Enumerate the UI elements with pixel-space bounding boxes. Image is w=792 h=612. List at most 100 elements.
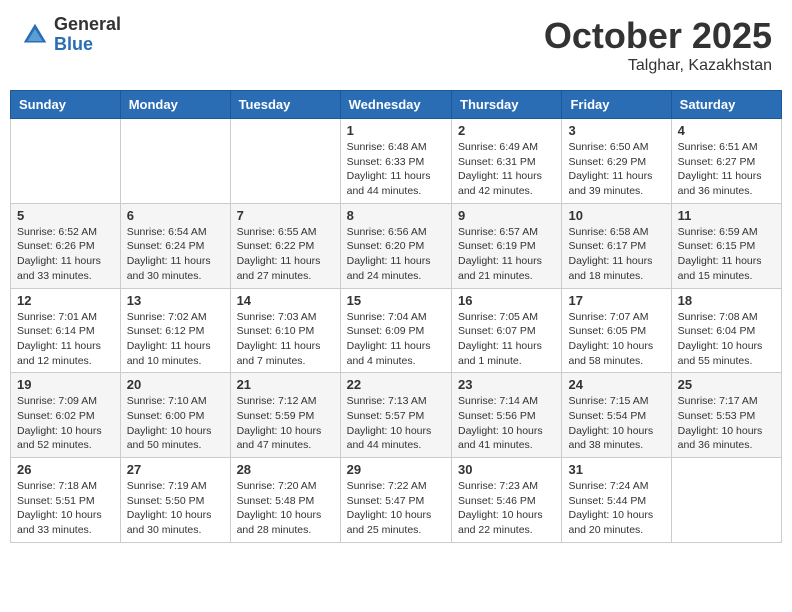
week-row-1: 1 Sunrise: 6:48 AMSunset: 6:33 PMDaylight… bbox=[11, 119, 782, 204]
weekday-header-sunday: Sunday bbox=[11, 91, 121, 119]
day-info: Sunrise: 7:04 AMSunset: 6:09 PMDaylight:… bbox=[347, 310, 445, 369]
calendar-cell: 13 Sunrise: 7:02 AMSunset: 6:12 PMDayligh… bbox=[120, 288, 230, 373]
day-number: 3 bbox=[568, 123, 664, 138]
day-number: 8 bbox=[347, 208, 445, 223]
week-row-3: 12Sunrise: 7:01 AMSunset: 6:14 PMDayligh… bbox=[11, 288, 782, 373]
calendar-cell: 28 Sunrise: 7:20 AMSunset: 5:48 PMDayligh… bbox=[230, 458, 340, 543]
day-number: 28 bbox=[237, 462, 334, 477]
weekday-header-saturday: Saturday bbox=[671, 91, 781, 119]
day-info: Sunrise: 6:54 AMSunset: 6:24 PMDaylight:… bbox=[127, 225, 224, 284]
calendar-cell bbox=[120, 119, 230, 204]
calendar-cell: 2 Sunrise: 6:49 AMSunset: 6:31 PMDaylight… bbox=[452, 119, 562, 204]
logo-icon bbox=[20, 20, 50, 50]
day-number: 21 bbox=[237, 377, 334, 392]
weekday-header-tuesday: Tuesday bbox=[230, 91, 340, 119]
calendar-cell: 26Sunrise: 7:18 AMSunset: 5:51 PMDayligh… bbox=[11, 458, 121, 543]
weekday-header-row: SundayMondayTuesdayWednesdayThursdayFrid… bbox=[11, 91, 782, 119]
calendar-cell: 31 Sunrise: 7:24 AMSunset: 5:44 PMDayligh… bbox=[562, 458, 671, 543]
logo-blue: Blue bbox=[54, 35, 121, 55]
calendar-cell: 27 Sunrise: 7:19 AMSunset: 5:50 PMDayligh… bbox=[120, 458, 230, 543]
day-number: 2 bbox=[458, 123, 555, 138]
day-info: Sunrise: 6:48 AMSunset: 6:33 PMDaylight:… bbox=[347, 140, 445, 199]
calendar-cell: 16Sunrise: 7:05 AMSunset: 6:07 PMDayligh… bbox=[452, 288, 562, 373]
day-info: Sunrise: 7:05 AMSunset: 6:07 PMDaylight:… bbox=[458, 310, 555, 369]
day-number: 24 bbox=[568, 377, 664, 392]
week-row-2: 5 Sunrise: 6:52 AMSunset: 6:26 PMDaylight… bbox=[11, 203, 782, 288]
calendar-cell: 17Sunrise: 7:07 AMSunset: 6:05 PMDayligh… bbox=[562, 288, 671, 373]
day-number: 27 bbox=[127, 462, 224, 477]
calendar-table: SundayMondayTuesdayWednesdayThursdayFrid… bbox=[10, 90, 782, 543]
day-info: Sunrise: 7:15 AMSunset: 5:54 PMDaylight:… bbox=[568, 394, 664, 453]
day-number: 4 bbox=[678, 123, 775, 138]
day-info: Sunrise: 6:55 AMSunset: 6:22 PMDaylight:… bbox=[237, 225, 334, 284]
calendar-cell: 10 Sunrise: 6:58 AMSunset: 6:17 PMDayligh… bbox=[562, 203, 671, 288]
day-number: 12 bbox=[17, 293, 114, 308]
day-number: 29 bbox=[347, 462, 445, 477]
day-info: Sunrise: 6:56 AMSunset: 6:20 PMDaylight:… bbox=[347, 225, 445, 284]
calendar-cell: 7 Sunrise: 6:55 AMSunset: 6:22 PMDaylight… bbox=[230, 203, 340, 288]
day-info: Sunrise: 7:20 AMSunset: 5:48 PMDaylight:… bbox=[237, 479, 334, 538]
day-number: 10 bbox=[568, 208, 664, 223]
calendar-cell: 1 Sunrise: 6:48 AMSunset: 6:33 PMDaylight… bbox=[340, 119, 451, 204]
day-info: Sunrise: 6:51 AMSunset: 6:27 PMDaylight:… bbox=[678, 140, 775, 199]
weekday-header-friday: Friday bbox=[562, 91, 671, 119]
day-number: 7 bbox=[237, 208, 334, 223]
day-number: 9 bbox=[458, 208, 555, 223]
day-info: Sunrise: 7:03 AMSunset: 6:10 PMDaylight:… bbox=[237, 310, 334, 369]
day-info: Sunrise: 7:19 AMSunset: 5:50 PMDaylight:… bbox=[127, 479, 224, 538]
day-info: Sunrise: 7:09 AMSunset: 6:02 PMDaylight:… bbox=[17, 394, 114, 453]
calendar-cell: 15 Sunrise: 7:04 AMSunset: 6:09 PMDayligh… bbox=[340, 288, 451, 373]
day-info: Sunrise: 6:50 AMSunset: 6:29 PMDaylight:… bbox=[568, 140, 664, 199]
day-info: Sunrise: 6:57 AMSunset: 6:19 PMDaylight:… bbox=[458, 225, 555, 284]
day-number: 30 bbox=[458, 462, 555, 477]
calendar-cell: 11Sunrise: 6:59 AMSunset: 6:15 PMDayligh… bbox=[671, 203, 781, 288]
calendar-cell: 12Sunrise: 7:01 AMSunset: 6:14 PMDayligh… bbox=[11, 288, 121, 373]
logo-general: General bbox=[54, 15, 121, 35]
day-number: 31 bbox=[568, 462, 664, 477]
day-info: Sunrise: 6:58 AMSunset: 6:17 PMDaylight:… bbox=[568, 225, 664, 284]
calendar-cell: 5 Sunrise: 6:52 AMSunset: 6:26 PMDaylight… bbox=[11, 203, 121, 288]
day-number: 25 bbox=[678, 377, 775, 392]
day-info: Sunrise: 6:49 AMSunset: 6:31 PMDaylight:… bbox=[458, 140, 555, 199]
day-number: 11 bbox=[678, 208, 775, 223]
day-info: Sunrise: 6:52 AMSunset: 6:26 PMDaylight:… bbox=[17, 225, 114, 284]
day-number: 20 bbox=[127, 377, 224, 392]
day-number: 13 bbox=[127, 293, 224, 308]
day-info: Sunrise: 7:02 AMSunset: 6:12 PMDaylight:… bbox=[127, 310, 224, 369]
day-info: Sunrise: 7:10 AMSunset: 6:00 PMDaylight:… bbox=[127, 394, 224, 453]
day-info: Sunrise: 7:24 AMSunset: 5:44 PMDaylight:… bbox=[568, 479, 664, 538]
title-block: October 2025 Talghar, Kazakhstan bbox=[544, 15, 772, 75]
day-number: 6 bbox=[127, 208, 224, 223]
day-number: 26 bbox=[17, 462, 114, 477]
calendar-cell: 8 Sunrise: 6:56 AMSunset: 6:20 PMDaylight… bbox=[340, 203, 451, 288]
day-info: Sunrise: 7:22 AMSunset: 5:47 PMDaylight:… bbox=[347, 479, 445, 538]
calendar-cell: 23Sunrise: 7:14 AMSunset: 5:56 PMDayligh… bbox=[452, 373, 562, 458]
day-number: 23 bbox=[458, 377, 555, 392]
day-info: Sunrise: 7:17 AMSunset: 5:53 PMDaylight:… bbox=[678, 394, 775, 453]
calendar-cell: 18 Sunrise: 7:08 AMSunset: 6:04 PMDayligh… bbox=[671, 288, 781, 373]
week-row-5: 26Sunrise: 7:18 AMSunset: 5:51 PMDayligh… bbox=[11, 458, 782, 543]
day-info: Sunrise: 7:12 AMSunset: 5:59 PMDaylight:… bbox=[237, 394, 334, 453]
calendar-cell bbox=[671, 458, 781, 543]
day-number: 18 bbox=[678, 293, 775, 308]
day-number: 5 bbox=[17, 208, 114, 223]
calendar-cell: 6 Sunrise: 6:54 AMSunset: 6:24 PMDaylight… bbox=[120, 203, 230, 288]
weekday-header-thursday: Thursday bbox=[452, 91, 562, 119]
calendar-cell bbox=[11, 119, 121, 204]
logo-text: General Blue bbox=[54, 15, 121, 55]
day-number: 22 bbox=[347, 377, 445, 392]
month-title: October 2025 bbox=[544, 15, 772, 57]
calendar-cell: 20 Sunrise: 7:10 AMSunset: 6:00 PMDayligh… bbox=[120, 373, 230, 458]
day-number: 14 bbox=[237, 293, 334, 308]
location-title: Talghar, Kazakhstan bbox=[544, 57, 772, 75]
page-header: General Blue October 2025 Talghar, Kazak… bbox=[10, 10, 782, 80]
day-number: 1 bbox=[347, 123, 445, 138]
logo: General Blue bbox=[20, 15, 121, 55]
day-number: 15 bbox=[347, 293, 445, 308]
day-number: 17 bbox=[568, 293, 664, 308]
calendar-cell: 29 Sunrise: 7:22 AMSunset: 5:47 PMDayligh… bbox=[340, 458, 451, 543]
day-info: Sunrise: 7:08 AMSunset: 6:04 PMDaylight:… bbox=[678, 310, 775, 369]
calendar-cell: 3 Sunrise: 6:50 AMSunset: 6:29 PMDaylight… bbox=[562, 119, 671, 204]
calendar-cell: 14 Sunrise: 7:03 AMSunset: 6:10 PMDayligh… bbox=[230, 288, 340, 373]
calendar-cell: 19Sunrise: 7:09 AMSunset: 6:02 PMDayligh… bbox=[11, 373, 121, 458]
